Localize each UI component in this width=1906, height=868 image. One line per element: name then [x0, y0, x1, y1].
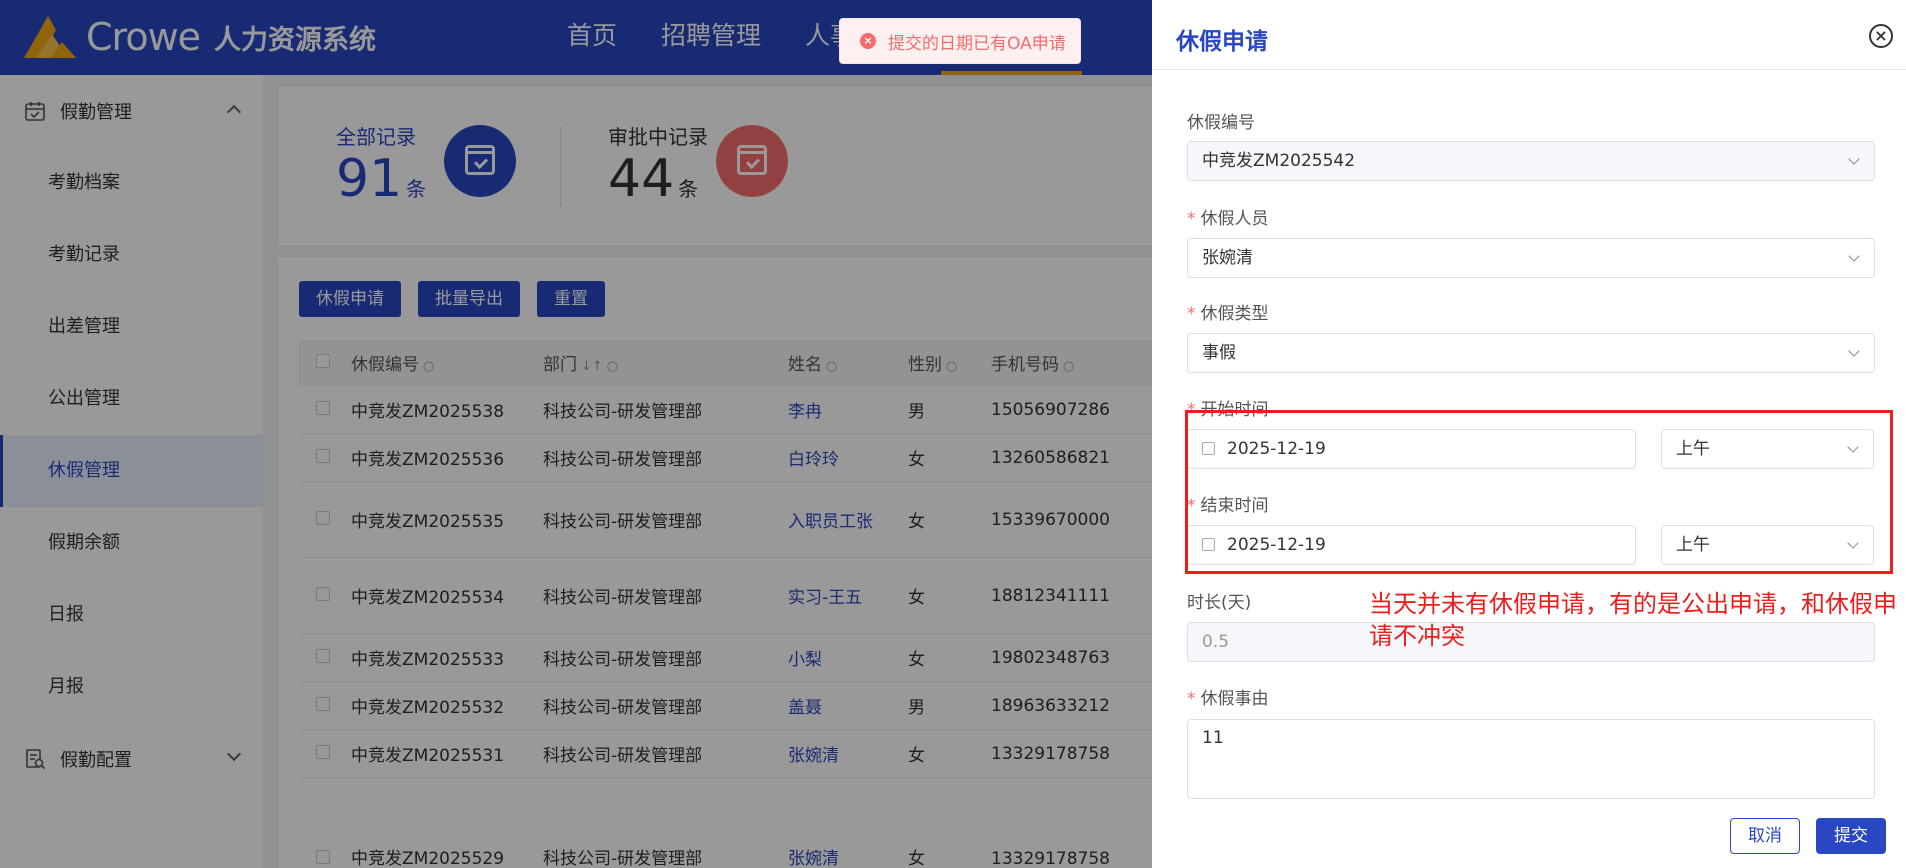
close-icon[interactable]: × — [1869, 24, 1893, 48]
leave-no-select[interactable]: 中竞发ZM2025542 — [1187, 141, 1875, 181]
chevron-down-icon — [1848, 250, 1860, 262]
leave-no-label: 休假编号 — [1187, 113, 1255, 133]
annotation-text: 当天并未有休假申请，有的是公出申请，和休假申请不冲突 — [1369, 590, 1897, 650]
leave-type-select[interactable]: 事假 — [1187, 333, 1875, 373]
reason-textarea[interactable]: 11 — [1187, 719, 1875, 799]
chevron-down-icon — [1848, 153, 1860, 165]
submit-button[interactable]: 提交 — [1816, 818, 1886, 854]
error-toast: × 提交的日期已有OA申请 — [839, 18, 1081, 64]
leave-type-label: * 休假类型 — [1187, 304, 1269, 324]
error-circle-icon: × — [860, 33, 876, 49]
divider — [1152, 69, 1906, 70]
annotation-highlight-box — [1185, 410, 1893, 574]
reason-label: * 休假事由 — [1187, 689, 1269, 709]
person-select[interactable]: 张婉清 — [1187, 238, 1875, 278]
chevron-down-icon — [1848, 345, 1860, 357]
duration-label: 时长(天) — [1187, 593, 1252, 613]
drawer-title: 休假申请 — [1176, 29, 1268, 55]
cancel-button[interactable]: 取消 — [1730, 818, 1800, 854]
toast-message: 提交的日期已有OA申请 — [888, 33, 1066, 54]
person-label: * 休假人员 — [1187, 209, 1269, 229]
